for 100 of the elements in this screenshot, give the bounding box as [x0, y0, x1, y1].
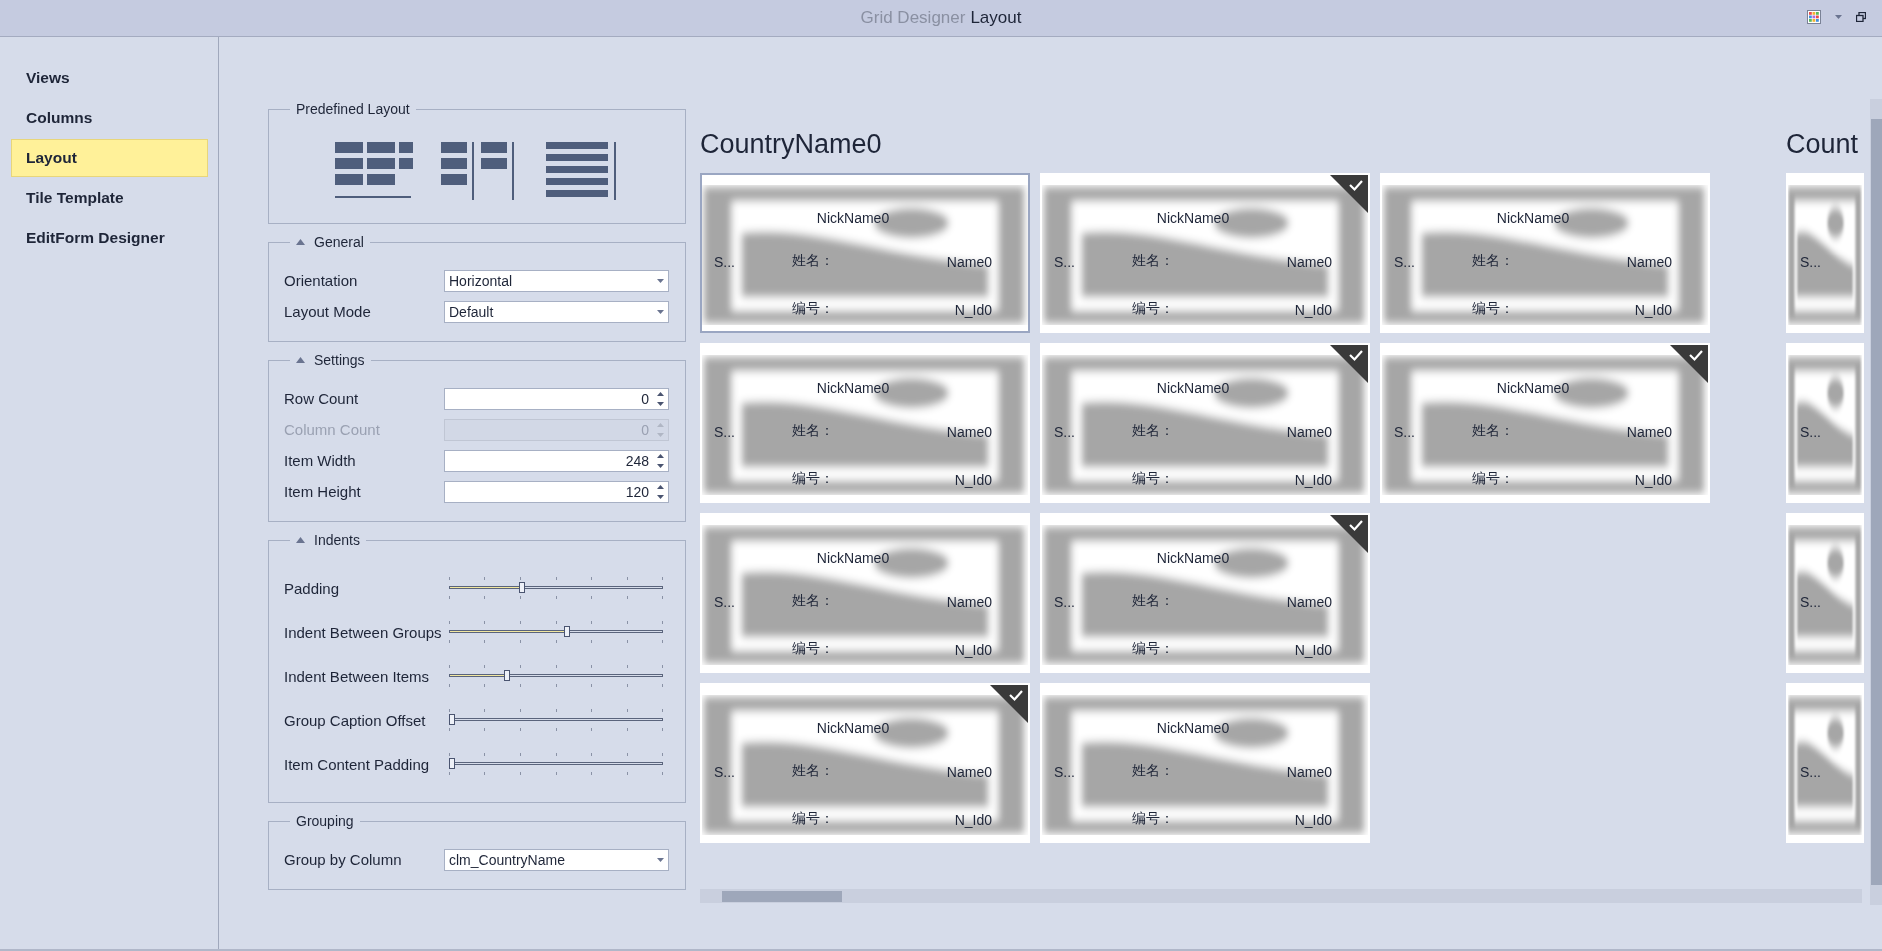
tile-card[interactable]: NickName0 S... 姓名： Name0 编号： N_Id0 — [700, 343, 1030, 503]
vertical-scrollbar[interactable] — [1870, 99, 1882, 905]
tile-card[interactable]: NickName0 S... 姓名： Name0 编号： N_Id0 — [1380, 173, 1710, 333]
field-value: N_Id0 — [1634, 302, 1672, 318]
field-label: 编号： — [792, 810, 834, 828]
tile-card[interactable]: NickName0 S... 姓名： Name0 编号： N_Id0 — [1040, 513, 1370, 673]
tile-card[interactable]: S... — [1786, 173, 1864, 333]
window-subtitle: Layout — [970, 8, 1022, 28]
nickname-text: NickName0 — [816, 720, 890, 736]
field-label: 编号： — [1472, 300, 1514, 318]
side-text: S... — [1800, 764, 1821, 780]
field-value: Name0 — [1286, 424, 1332, 440]
slider[interactable] — [449, 577, 663, 599]
sidebar-item[interactable]: EditForm Designer — [11, 219, 208, 257]
field-value: N_Id0 — [1294, 302, 1332, 318]
field-value: N_Id0 — [1294, 812, 1332, 828]
sidebar-item[interactable]: Views — [11, 59, 208, 97]
sidebar-item[interactable]: Layout — [11, 139, 208, 177]
spin-field[interactable]: 248 — [444, 449, 669, 472]
slider[interactable] — [449, 709, 663, 731]
field-value: Name0 — [1286, 254, 1332, 270]
slider[interactable] — [449, 621, 663, 643]
field-label: 姓名： — [1472, 422, 1514, 440]
side-text: S... — [1800, 424, 1821, 440]
field-label: 编号： — [792, 470, 834, 488]
tile-card[interactable]: NickName0 S... 姓名： Name0 编号： N_Id0 — [1380, 343, 1710, 503]
field-label: 姓名： — [792, 762, 834, 780]
slider[interactable] — [449, 665, 663, 687]
field-label: 姓名： — [1132, 592, 1174, 610]
spin-arrows-icon[interactable] — [657, 390, 664, 407]
field-value: Name0 — [1626, 254, 1672, 270]
slider-thumb[interactable] — [449, 758, 455, 769]
nickname-text: NickName0 — [1156, 550, 1230, 566]
spin-field[interactable]: 120 — [444, 480, 669, 503]
field-value: N_Id0 — [954, 472, 992, 488]
slider-thumb[interactable] — [449, 714, 455, 725]
dropdown-field[interactable]: clm_CountryName — [444, 848, 669, 871]
field-label: 编号： — [792, 640, 834, 658]
nickname-text: NickName0 — [1496, 380, 1570, 396]
group-caption: Predefined Layout — [296, 101, 410, 117]
group-caption: Settings — [314, 352, 365, 368]
caret-icon[interactable] — [296, 357, 305, 363]
nickname-text: NickName0 — [816, 380, 890, 396]
field-value: N_Id0 — [954, 812, 992, 828]
tile-card[interactable]: NickName0 S... 姓名： Name0 编号： N_Id0 — [1040, 343, 1370, 503]
dropdown-caret-icon — [657, 857, 664, 862]
field-label: 编号： — [1132, 470, 1174, 488]
nickname-text: NickName0 — [1156, 210, 1230, 226]
field-label: 姓名： — [792, 252, 834, 270]
field-label: 编号： — [1472, 470, 1514, 488]
spin-arrows-icon[interactable] — [657, 483, 664, 500]
dropdown-field[interactable]: Default — [444, 300, 669, 323]
field-value: N_Id0 — [1294, 472, 1332, 488]
tile-grid-layout-icon — [334, 142, 413, 200]
slider-thumb[interactable] — [518, 582, 525, 593]
group-caption: CountryName0 — [700, 129, 883, 161]
side-text: S... — [1054, 424, 1075, 440]
caret-icon[interactable] — [296, 239, 305, 245]
color-palette-icon[interactable] — [1807, 10, 1821, 24]
tile-card[interactable]: NickName0 S... 姓名： Name0 编号： N_Id0 — [1040, 173, 1370, 333]
tile-card[interactable]: NickName0 S... 姓名： Name0 编号： N_Id0 — [1040, 683, 1370, 843]
tile-card[interactable]: NickName0 S... 姓名： Name0 编号： N_Id0 — [700, 683, 1030, 843]
field-value: Name0 — [946, 594, 992, 610]
field-value: Name0 — [946, 764, 992, 780]
side-text: S... — [714, 594, 735, 610]
column-layout-icon — [440, 142, 515, 200]
field-value: N_Id0 — [1294, 642, 1332, 658]
field-label: 姓名： — [1132, 252, 1174, 270]
tile-card[interactable]: NickName0 S... 姓名： Name0 编号： N_Id0 — [700, 513, 1030, 673]
slider-thumb[interactable] — [563, 626, 570, 637]
slider-label: Padding — [284, 579, 341, 597]
spin-arrows-icon[interactable] — [657, 452, 664, 469]
field-value: N_Id0 — [1634, 472, 1672, 488]
group-caption: Indents — [314, 532, 360, 548]
dropdown-caret-icon[interactable] — [1835, 15, 1842, 19]
field-label: 姓名： — [1132, 762, 1174, 780]
field-value: Name0 — [946, 424, 992, 440]
tile-card[interactable]: S... — [1786, 513, 1864, 673]
tile-card[interactable]: S... — [1786, 343, 1864, 503]
caret-icon[interactable] — [296, 537, 305, 543]
field-label: 编号： — [1132, 810, 1174, 828]
field-label: 编号： — [792, 300, 834, 318]
group-caption: Count — [1786, 129, 1860, 161]
restore-window-icon[interactable] — [1856, 12, 1866, 22]
field-label: Item Height — [284, 483, 362, 500]
layout-preset-button[interactable] — [334, 141, 413, 201]
layout-preset-button[interactable] — [438, 141, 517, 201]
dropdown-field[interactable]: Horizontal — [444, 269, 669, 292]
slider-label: Indent Between Items — [284, 667, 431, 685]
tile-card[interactable]: NickName0 S... 姓名： Name0 编号： N_Id0 — [700, 173, 1030, 333]
slider-thumb[interactable] — [503, 670, 510, 681]
field-label: Row Count — [284, 390, 360, 407]
horizontal-scrollbar[interactable] — [700, 889, 1862, 903]
spin-field[interactable]: 0 — [444, 387, 669, 410]
sidebar-item[interactable]: Columns — [11, 99, 208, 137]
tile-card[interactable]: S... — [1786, 683, 1864, 843]
slider-label: Group Caption Offset — [284, 711, 427, 729]
slider[interactable] — [449, 753, 663, 775]
sidebar-item[interactable]: Tile Template — [11, 179, 208, 217]
field-value: Name0 — [946, 254, 992, 270]
